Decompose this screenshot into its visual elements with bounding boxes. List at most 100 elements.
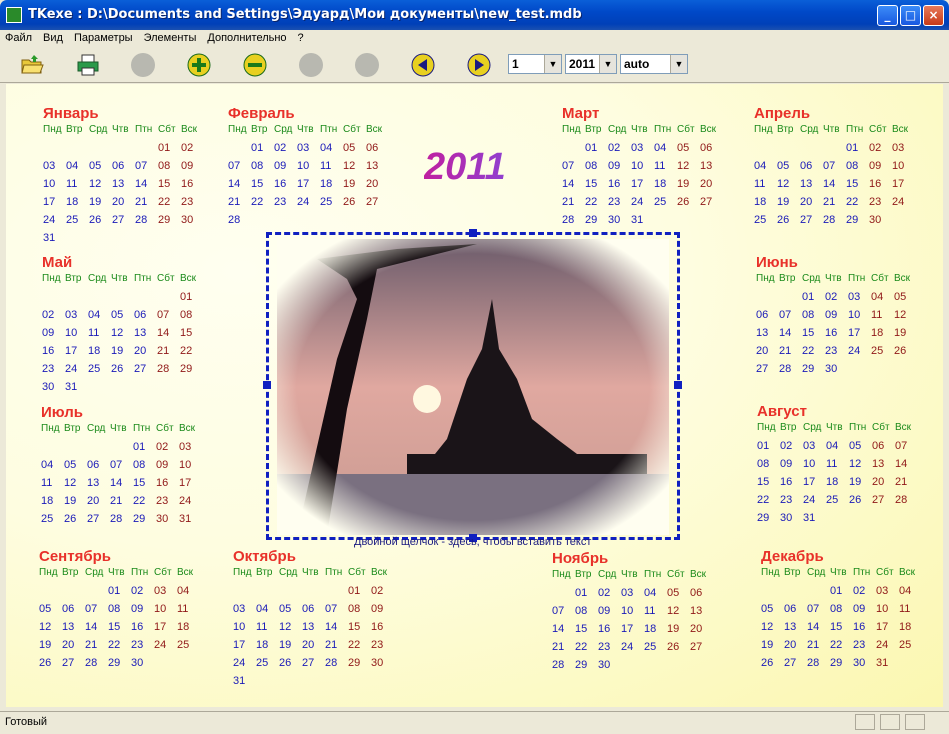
- day-cell[interactable]: 02: [853, 585, 876, 603]
- day-cell[interactable]: 07: [807, 603, 830, 621]
- day-cell[interactable]: 17: [848, 327, 871, 345]
- day-cell[interactable]: 31: [65, 381, 88, 399]
- day-cell[interactable]: 16: [869, 178, 892, 196]
- day-cell[interactable]: 20: [366, 178, 389, 196]
- day-cell[interactable]: 16: [274, 178, 297, 196]
- day-cell[interactable]: 27: [62, 657, 85, 675]
- day-cell[interactable]: 25: [654, 196, 677, 214]
- day-cell[interactable]: 19: [761, 639, 784, 657]
- day-cell[interactable]: 23: [608, 196, 631, 214]
- day-cell[interactable]: 24: [621, 641, 644, 659]
- day-cell[interactable]: 18: [826, 476, 849, 494]
- day-cell[interactable]: 30: [156, 513, 179, 531]
- day-cell[interactable]: 29: [133, 513, 156, 531]
- day-cell[interactable]: 01: [846, 142, 869, 160]
- day-cell[interactable]: 26: [89, 214, 112, 232]
- day-cell[interactable]: 16: [181, 178, 204, 196]
- day-cell[interactable]: 17: [621, 623, 644, 641]
- day-cell[interactable]: 14: [157, 327, 180, 345]
- day-cell[interactable]: 27: [366, 196, 389, 214]
- day-cell[interactable]: 10: [179, 459, 202, 477]
- menu-extra[interactable]: Дополнительно: [202, 30, 292, 44]
- day-cell[interactable]: 13: [872, 458, 895, 476]
- day-cell[interactable]: 20: [302, 639, 325, 657]
- calendar-canvas[interactable]: 20 11 Двойной щелчок - здесь, чтобы встав…: [6, 84, 943, 707]
- day-cell[interactable]: 02: [156, 441, 179, 459]
- day-cell[interactable]: 19: [89, 196, 112, 214]
- day-cell[interactable]: 27: [87, 513, 110, 531]
- day-cell[interactable]: 18: [320, 178, 343, 196]
- day-cell[interactable]: 29: [830, 657, 853, 675]
- day-cell[interactable]: 16: [156, 477, 179, 495]
- day-cell[interactable]: 05: [761, 603, 784, 621]
- day-cell[interactable]: 06: [756, 309, 779, 327]
- day-cell[interactable]: 08: [846, 160, 869, 178]
- day-cell[interactable]: 22: [830, 639, 853, 657]
- day-cell[interactable]: 12: [894, 309, 917, 327]
- day-cell[interactable]: 20: [87, 495, 110, 513]
- day-cell[interactable]: 28: [562, 214, 585, 232]
- day-cell[interactable]: 24: [65, 363, 88, 381]
- day-cell[interactable]: 19: [667, 623, 690, 641]
- day-cell[interactable]: 01: [348, 585, 371, 603]
- day-cell[interactable]: 15: [158, 178, 181, 196]
- day-cell[interactable]: 20: [800, 196, 823, 214]
- day-cell[interactable]: 19: [849, 476, 872, 494]
- day-cell[interactable]: 13: [366, 160, 389, 178]
- day-cell[interactable]: 28: [552, 659, 575, 677]
- day-cell[interactable]: 04: [256, 603, 279, 621]
- day-cell[interactable]: 04: [177, 585, 200, 603]
- day-cell[interactable]: 10: [876, 603, 899, 621]
- day-cell[interactable]: 10: [848, 309, 871, 327]
- day-cell[interactable]: 27: [302, 657, 325, 675]
- day-cell[interactable]: 21: [895, 476, 918, 494]
- day-cell[interactable]: 17: [803, 476, 826, 494]
- day-cell[interactable]: 25: [177, 639, 200, 657]
- day-cell[interactable]: 11: [826, 458, 849, 476]
- menu-elements[interactable]: Элементы: [139, 30, 203, 44]
- resize-handle-left[interactable]: [263, 381, 271, 389]
- day-cell[interactable]: 06: [302, 603, 325, 621]
- day-cell[interactable]: 19: [343, 178, 366, 196]
- day-cell[interactable]: 29: [108, 657, 131, 675]
- day-cell[interactable]: 11: [41, 477, 64, 495]
- day-cell[interactable]: 27: [756, 363, 779, 381]
- day-cell[interactable]: 05: [64, 459, 87, 477]
- resize-handle-right[interactable]: [674, 381, 682, 389]
- day-cell[interactable]: 04: [41, 459, 64, 477]
- day-cell[interactable]: 16: [42, 345, 65, 363]
- day-cell[interactable]: 23: [869, 196, 892, 214]
- day-cell[interactable]: 15: [180, 327, 203, 345]
- text-caption[interactable]: Двойной щелчок - здесь, чтобы вставить т…: [354, 536, 591, 548]
- day-cell[interactable]: 17: [233, 639, 256, 657]
- day-cell[interactable]: 25: [66, 214, 89, 232]
- day-cell[interactable]: 14: [228, 178, 251, 196]
- day-cell[interactable]: 23: [181, 196, 204, 214]
- day-cell[interactable]: 01: [180, 291, 203, 309]
- day-cell[interactable]: 22: [348, 639, 371, 657]
- day-cell[interactable]: 17: [43, 196, 66, 214]
- day-cell[interactable]: 25: [644, 641, 667, 659]
- day-cell[interactable]: 13: [700, 160, 723, 178]
- day-cell[interactable]: 02: [371, 585, 394, 603]
- day-cell[interactable]: 07: [895, 440, 918, 458]
- day-cell[interactable]: 16: [825, 327, 848, 345]
- day-cell[interactable]: 15: [585, 178, 608, 196]
- day-cell[interactable]: 10: [43, 178, 66, 196]
- day-cell[interactable]: 01: [108, 585, 131, 603]
- menu-params[interactable]: Параметры: [69, 30, 139, 44]
- day-cell[interactable]: 25: [871, 345, 894, 363]
- day-cell[interactable]: 04: [871, 291, 894, 309]
- day-cell[interactable]: 13: [302, 621, 325, 639]
- day-cell[interactable]: 23: [780, 494, 803, 512]
- day-cell[interactable]: 18: [88, 345, 111, 363]
- day-cell[interactable]: 26: [761, 657, 784, 675]
- day-cell[interactable]: 16: [780, 476, 803, 494]
- day-cell[interactable]: 24: [848, 345, 871, 363]
- day-cell[interactable]: 10: [65, 327, 88, 345]
- day-cell[interactable]: 26: [39, 657, 62, 675]
- day-cell[interactable]: 03: [621, 587, 644, 605]
- day-cell[interactable]: 19: [64, 495, 87, 513]
- day-cell[interactable]: 31: [631, 214, 654, 232]
- day-cell[interactable]: 29: [757, 512, 780, 530]
